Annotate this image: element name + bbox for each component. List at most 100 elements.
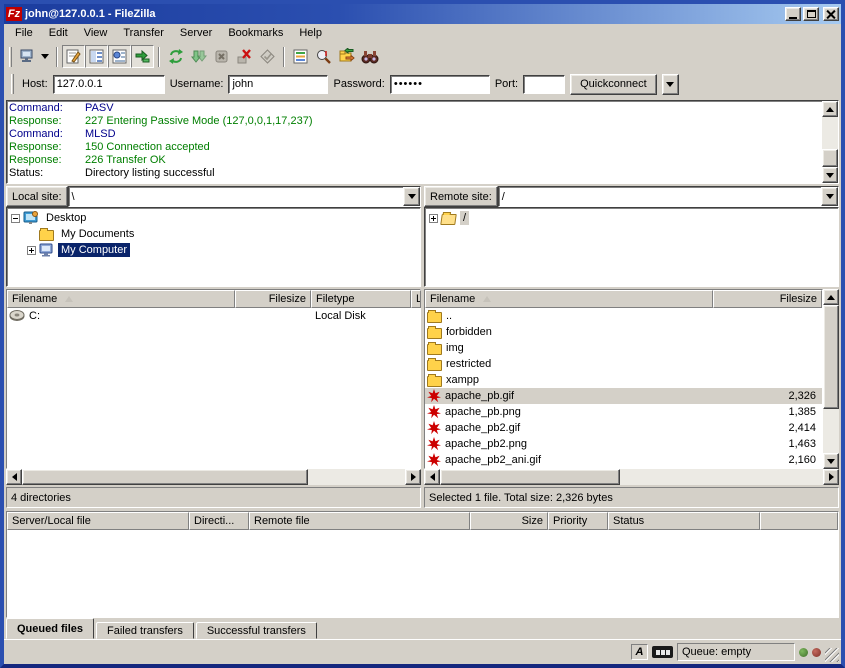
scroll-left-button[interactable] — [424, 469, 440, 485]
remote-site-combo[interactable]: / — [498, 186, 839, 207]
scroll-down-button[interactable] — [822, 167, 838, 183]
column-header-filetype[interactable]: Filetype — [311, 290, 411, 308]
toggle-remote-tree-button[interactable] — [108, 45, 131, 68]
refresh-button[interactable] — [164, 45, 187, 68]
toggle-transfer-queue-button[interactable] — [131, 45, 154, 68]
menu-transfer[interactable]: Transfer — [115, 25, 172, 41]
scroll-thumb[interactable] — [22, 469, 308, 485]
file-row[interactable]: apache_pb2.gif 2,414 — [425, 420, 822, 436]
tab-failed-transfers[interactable]: Failed transfers — [96, 622, 194, 639]
minimize-button[interactable] — [785, 7, 801, 21]
toolbar-grip[interactable] — [9, 47, 12, 67]
file-row[interactable]: apache_pb.png 1,385 — [425, 404, 822, 420]
scroll-down-button[interactable] — [823, 453, 839, 469]
scroll-right-button[interactable] — [823, 469, 839, 485]
title-bar[interactable]: Fz john@127.0.0.1 - FileZilla — [4, 4, 841, 24]
scroll-track[interactable] — [620, 469, 823, 485]
tab-queued-files[interactable]: Queued files — [6, 618, 94, 639]
tree-item-my-documents[interactable]: My Documents — [8, 226, 419, 242]
remote-horizontal-scrollbar[interactable] — [424, 469, 839, 485]
resize-grip[interactable] — [825, 648, 839, 662]
desktop-icon — [23, 211, 39, 225]
menu-bookmarks[interactable]: Bookmarks — [220, 25, 291, 41]
tab-successful-transfers[interactable]: Successful transfers — [196, 622, 317, 639]
close-button[interactable] — [823, 7, 839, 21]
column-header-filename[interactable]: Filename — [425, 290, 713, 308]
file-row-selected[interactable]: apache_pb.gif 2,326 — [425, 388, 822, 404]
file-row[interactable]: forbidden — [425, 324, 822, 340]
tree-item-label[interactable]: My Documents — [58, 227, 137, 241]
file-row[interactable]: xampp — [425, 372, 822, 388]
local-site-value[interactable]: \ — [69, 187, 403, 206]
file-row-c-drive[interactable]: C: Local Disk — [7, 308, 420, 324]
expand-icon[interactable] — [27, 246, 36, 255]
host-input[interactable]: 127.0.0.1 — [53, 75, 165, 94]
tree-item-label[interactable]: Desktop — [43, 211, 89, 225]
remote-site-dropdown[interactable] — [821, 187, 838, 206]
scroll-left-button[interactable] — [6, 469, 22, 485]
tree-item-root[interactable]: / — [426, 210, 837, 226]
remote-site-value[interactable]: / — [499, 187, 821, 206]
menu-help[interactable]: Help — [291, 25, 330, 41]
column-header-last-modified[interactable]: L — [411, 290, 421, 308]
quickconnect-button[interactable]: Quickconnect — [570, 74, 657, 95]
password-input[interactable]: •••••• — [390, 75, 490, 94]
column-header-filesize[interactable]: Filesize — [713, 290, 822, 308]
scroll-thumb[interactable] — [823, 305, 839, 409]
filter-button[interactable] — [289, 45, 312, 68]
column-header-direction[interactable]: Directi... — [189, 512, 249, 530]
directory-compare-button[interactable] — [312, 45, 335, 68]
menu-edit[interactable]: Edit — [41, 25, 76, 41]
remote-tree-pane: Remote site: / / — [424, 186, 839, 287]
tree-item-desktop[interactable]: Desktop — [8, 210, 419, 226]
scroll-right-button[interactable] — [405, 469, 421, 485]
log-scrollbar[interactable] — [822, 101, 838, 183]
local-horizontal-scrollbar[interactable] — [6, 469, 421, 485]
port-input[interactable] — [523, 75, 565, 94]
column-header-size[interactable]: Size — [470, 512, 548, 530]
abort-button[interactable] — [256, 45, 279, 68]
username-input[interactable]: john — [228, 75, 328, 94]
scroll-thumb[interactable] — [822, 149, 838, 167]
file-row[interactable]: apache_pb2.png 1,463 — [425, 436, 822, 452]
file-row[interactable]: img — [425, 340, 822, 356]
menu-server[interactable]: Server — [172, 25, 220, 41]
cancel-operation-button[interactable] — [210, 45, 233, 68]
quickbar-grip[interactable] — [11, 74, 14, 94]
toggle-local-tree-button[interactable] — [85, 45, 108, 68]
column-header-remote-file[interactable]: Remote file — [249, 512, 470, 530]
column-header-filesize[interactable]: Filesize — [235, 290, 311, 308]
tree-item-my-computer[interactable]: My Computer — [8, 242, 419, 258]
file-row[interactable]: .. — [425, 308, 822, 324]
collapse-icon[interactable] — [11, 214, 20, 223]
column-header-priority[interactable]: Priority — [548, 512, 608, 530]
scroll-up-button[interactable] — [823, 289, 839, 305]
site-manager-button[interactable] — [15, 45, 38, 68]
column-header-local-file[interactable]: Server/Local file — [7, 512, 189, 530]
tree-item-label-selected[interactable]: My Computer — [58, 243, 130, 257]
quickconnect-dropdown[interactable] — [662, 74, 679, 95]
tree-item-label-selected[interactable]: / — [460, 211, 469, 225]
process-queue-button[interactable] — [187, 45, 210, 68]
scroll-track[interactable] — [822, 117, 838, 149]
find-files-button[interactable] — [358, 45, 381, 68]
column-header-status[interactable]: Status — [608, 512, 760, 530]
scroll-track[interactable] — [308, 469, 405, 485]
file-row[interactable]: restricted — [425, 356, 822, 372]
maximize-button[interactable] — [803, 7, 819, 21]
scroll-up-button[interactable] — [822, 101, 838, 117]
column-header-filename[interactable]: Filename — [7, 290, 235, 308]
site-manager-dropdown[interactable] — [38, 45, 52, 68]
synchronized-browsing-button[interactable] — [335, 45, 358, 68]
expand-icon[interactable] — [429, 214, 438, 223]
local-site-dropdown[interactable] — [403, 187, 420, 206]
file-row[interactable]: apache_pb2_ani.gif 2,160 — [425, 452, 822, 468]
scroll-track[interactable] — [823, 409, 839, 453]
remote-vertical-scrollbar[interactable] — [823, 289, 839, 469]
toggle-log-view-button[interactable] — [62, 45, 85, 68]
local-site-combo[interactable]: \ — [68, 186, 421, 207]
disconnect-button[interactable] — [233, 45, 256, 68]
scroll-thumb[interactable] — [440, 469, 620, 485]
menu-view[interactable]: View — [76, 25, 116, 41]
menu-file[interactable]: File — [7, 25, 41, 41]
